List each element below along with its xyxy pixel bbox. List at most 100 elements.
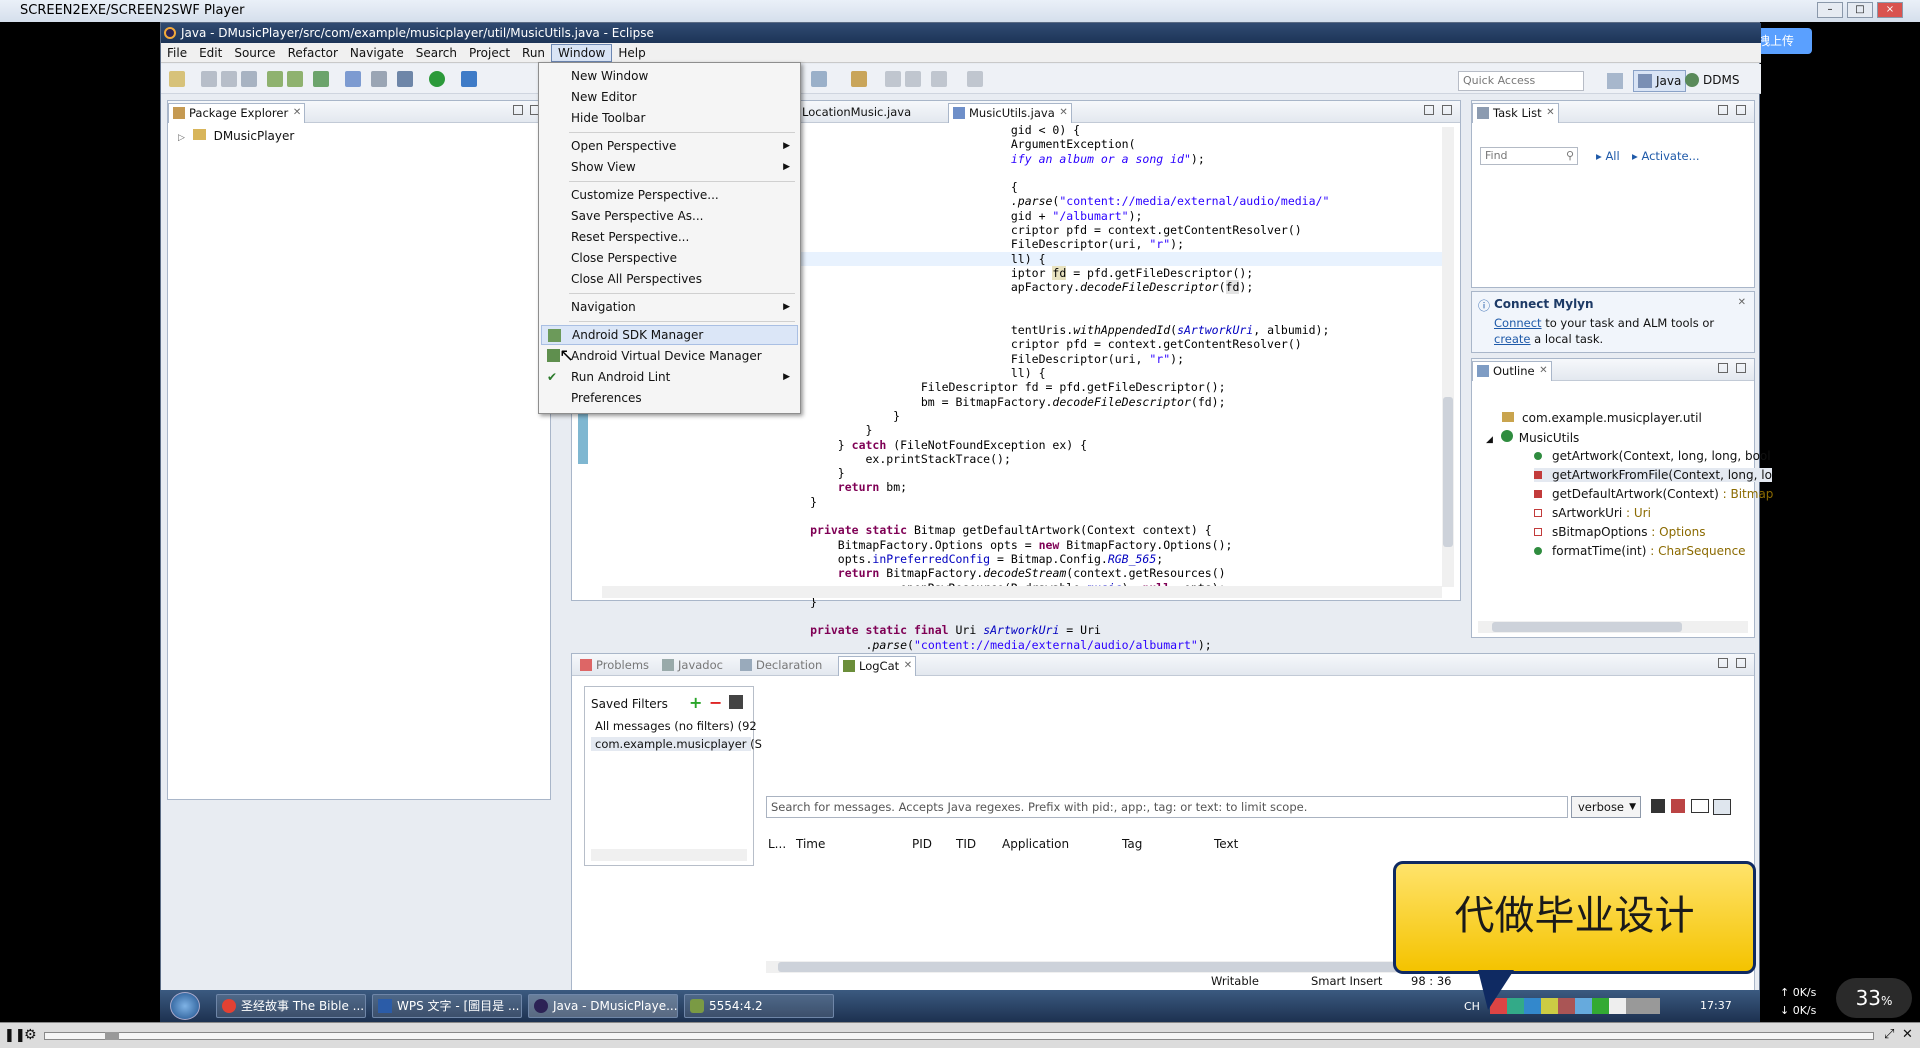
settings-icon[interactable]: ⚙ bbox=[24, 1027, 37, 1043]
column-header-tag[interactable]: Tag bbox=[1122, 837, 1142, 851]
menu-close-perspective[interactable]: Close Perspective bbox=[541, 248, 798, 268]
taskbar-app-eclipse[interactable]: Java - DMusicPlaye... bbox=[528, 994, 678, 1018]
tab-music-utils[interactable]: MusicUtils.java ✕ bbox=[948, 103, 1072, 123]
maximize-button[interactable]: □ bbox=[1847, 2, 1873, 18]
project-tree-item[interactable]: ▷ DMusicPlayer bbox=[178, 129, 294, 143]
outline-member[interactable]: getDefaultArtwork(Context) : Bitmap bbox=[1534, 487, 1773, 501]
menu-edit[interactable]: Edit bbox=[193, 43, 228, 63]
menu-source[interactable]: Source bbox=[228, 43, 281, 63]
lint-icon[interactable] bbox=[313, 71, 329, 87]
close-icon[interactable]: ✕ bbox=[1539, 362, 1547, 380]
menu-search[interactable]: Search bbox=[410, 43, 463, 63]
menu-reset-perspective[interactable]: Reset Perspective... bbox=[541, 227, 798, 247]
menu-preferences[interactable]: Preferences bbox=[541, 388, 798, 408]
pin-icon[interactable] bbox=[967, 71, 983, 87]
minimize-button[interactable]: – bbox=[1817, 2, 1843, 18]
connect-link[interactable]: Connect bbox=[1494, 316, 1542, 330]
save-all-icon[interactable] bbox=[221, 71, 237, 87]
filter-item[interactable]: com.example.musicplayer (S bbox=[591, 737, 762, 751]
perspective-ddms[interactable]: DDMS bbox=[1681, 70, 1743, 92]
filter-item[interactable]: All messages (no filters) (92 bbox=[595, 719, 757, 733]
android-sdk-icon[interactable] bbox=[267, 71, 283, 87]
menu-avd-manager[interactable]: Android Virtual Device Manager bbox=[541, 346, 798, 366]
scrollbar-thumb[interactable] bbox=[1443, 397, 1453, 547]
close-icon[interactable]: ✕ bbox=[1902, 1027, 1913, 1042]
clear-log-icon[interactable] bbox=[1671, 799, 1685, 813]
forward-icon[interactable] bbox=[931, 71, 947, 87]
maximize-icon[interactable] bbox=[1736, 363, 1746, 373]
outline-package[interactable]: com.example.musicplayer.util bbox=[1502, 411, 1702, 425]
close-button[interactable]: × bbox=[1877, 2, 1903, 18]
logcat-search-input[interactable]: Search for messages. Accepts Java regexe… bbox=[766, 796, 1568, 818]
column-header-application[interactable]: Application bbox=[1002, 837, 1069, 851]
playback-progress-thumb[interactable] bbox=[105, 1032, 119, 1040]
menu-hide-toolbar[interactable]: Hide Toolbar bbox=[541, 108, 798, 128]
minimize-icon[interactable] bbox=[513, 105, 523, 115]
external-tools-icon[interactable] bbox=[461, 71, 477, 87]
menu-show-view[interactable]: Show View ▶ bbox=[541, 157, 798, 177]
add-filter-icon[interactable]: + bbox=[689, 693, 702, 712]
maximize-icon[interactable] bbox=[1442, 105, 1452, 115]
new-project-icon[interactable] bbox=[345, 71, 361, 87]
search-toolbar-icon[interactable] bbox=[811, 71, 827, 87]
horizontal-scrollbar[interactable] bbox=[591, 849, 747, 861]
menu-save-perspective[interactable]: Save Perspective As... bbox=[541, 206, 798, 226]
task-activate-link[interactable]: ▸ Activate... bbox=[1632, 149, 1700, 163]
menu-project[interactable]: Project bbox=[463, 43, 516, 63]
annotation-icon[interactable] bbox=[851, 71, 867, 87]
outline-member[interactable]: formatTime(int) : CharSequence bbox=[1534, 544, 1746, 558]
menu-help[interactable]: Help bbox=[612, 43, 651, 63]
toggle-columns-icon[interactable] bbox=[1691, 799, 1709, 813]
new-icon[interactable] bbox=[169, 71, 185, 87]
fullscreen-icon[interactable]: ⤢ bbox=[1884, 1027, 1894, 1042]
maximize-icon[interactable] bbox=[1736, 658, 1746, 668]
close-icon[interactable]: ✕ bbox=[1059, 104, 1067, 122]
collapse-arrow-icon[interactable]: ◢ bbox=[1486, 435, 1493, 445]
menu-open-perspective[interactable]: Open Perspective ▶ bbox=[541, 136, 798, 156]
skip-breakpoints-icon[interactable] bbox=[371, 71, 387, 87]
close-icon[interactable]: ✕ bbox=[1738, 297, 1746, 308]
outline-member[interactable]: sBitmapOptions : Options bbox=[1534, 525, 1705, 539]
minimize-icon[interactable] bbox=[1718, 658, 1728, 668]
close-icon[interactable]: ✕ bbox=[1546, 104, 1554, 122]
vertical-scrollbar[interactable] bbox=[1442, 127, 1454, 587]
taskbar-app-bible[interactable]: 圣经故事 The Bible ... bbox=[216, 994, 366, 1018]
tray-icons[interactable] bbox=[1490, 998, 1660, 1014]
menu-customize-perspective[interactable]: Customize Perspective... bbox=[541, 185, 798, 205]
minimize-icon[interactable] bbox=[1718, 363, 1728, 373]
tab-location-music[interactable]: LocationMusic.java bbox=[782, 103, 927, 123]
horizontal-scrollbar[interactable] bbox=[1478, 621, 1748, 633]
close-icon[interactable]: ✕ bbox=[293, 104, 301, 122]
log-level-select[interactable]: verbose ▼ bbox=[1571, 796, 1641, 818]
column-header-level[interactable]: L... bbox=[768, 837, 786, 851]
back-icon[interactable] bbox=[885, 71, 901, 87]
outline-class[interactable]: ◢ MusicUtils bbox=[1486, 430, 1579, 445]
forward-nav-icon[interactable] bbox=[905, 71, 921, 87]
open-perspective-icon[interactable] bbox=[1607, 73, 1623, 89]
menu-refactor[interactable]: Refactor bbox=[282, 43, 344, 63]
debug-icon[interactable] bbox=[397, 71, 413, 87]
menu-android-sdk-manager[interactable]: Android SDK Manager bbox=[541, 325, 798, 345]
taskbar-app-wps[interactable]: WPS 文字 - [圖目是 ... bbox=[372, 994, 522, 1018]
menu-run[interactable]: Run bbox=[516, 43, 551, 63]
menu-close-all-perspectives[interactable]: Close All Perspectives bbox=[541, 269, 798, 289]
run-icon[interactable] bbox=[429, 71, 445, 87]
maximize-icon[interactable] bbox=[1736, 105, 1746, 115]
column-header-text[interactable]: Text bbox=[1214, 837, 1238, 851]
column-header-pid[interactable]: PID bbox=[912, 837, 932, 851]
outline-member[interactable]: sArtworkUri : Uri bbox=[1534, 506, 1651, 520]
horizontal-scrollbar[interactable] bbox=[602, 586, 1442, 598]
column-header-time[interactable]: Time bbox=[796, 837, 825, 851]
tab-declaration[interactable]: Declaration bbox=[736, 656, 838, 676]
remove-filter-icon[interactable]: − bbox=[709, 693, 722, 712]
minimize-icon[interactable] bbox=[1424, 105, 1434, 115]
menu-navigate[interactable]: Navigate bbox=[344, 43, 410, 63]
print-icon[interactable] bbox=[241, 71, 257, 87]
menu-run-android-lint[interactable]: ✔ Run Android Lint ▶ bbox=[541, 367, 798, 387]
outline-member[interactable]: getArtwork(Context, long, long, bool bbox=[1534, 449, 1771, 463]
create-link[interactable]: create bbox=[1494, 332, 1531, 346]
quick-access-input[interactable]: Quick Access bbox=[1458, 71, 1584, 91]
menu-window[interactable]: Window bbox=[551, 44, 613, 62]
task-all-link[interactable]: ▸ All bbox=[1596, 149, 1620, 163]
outline-member[interactable]: getArtworkFromFile(Context, long, lo bbox=[1534, 468, 1772, 482]
